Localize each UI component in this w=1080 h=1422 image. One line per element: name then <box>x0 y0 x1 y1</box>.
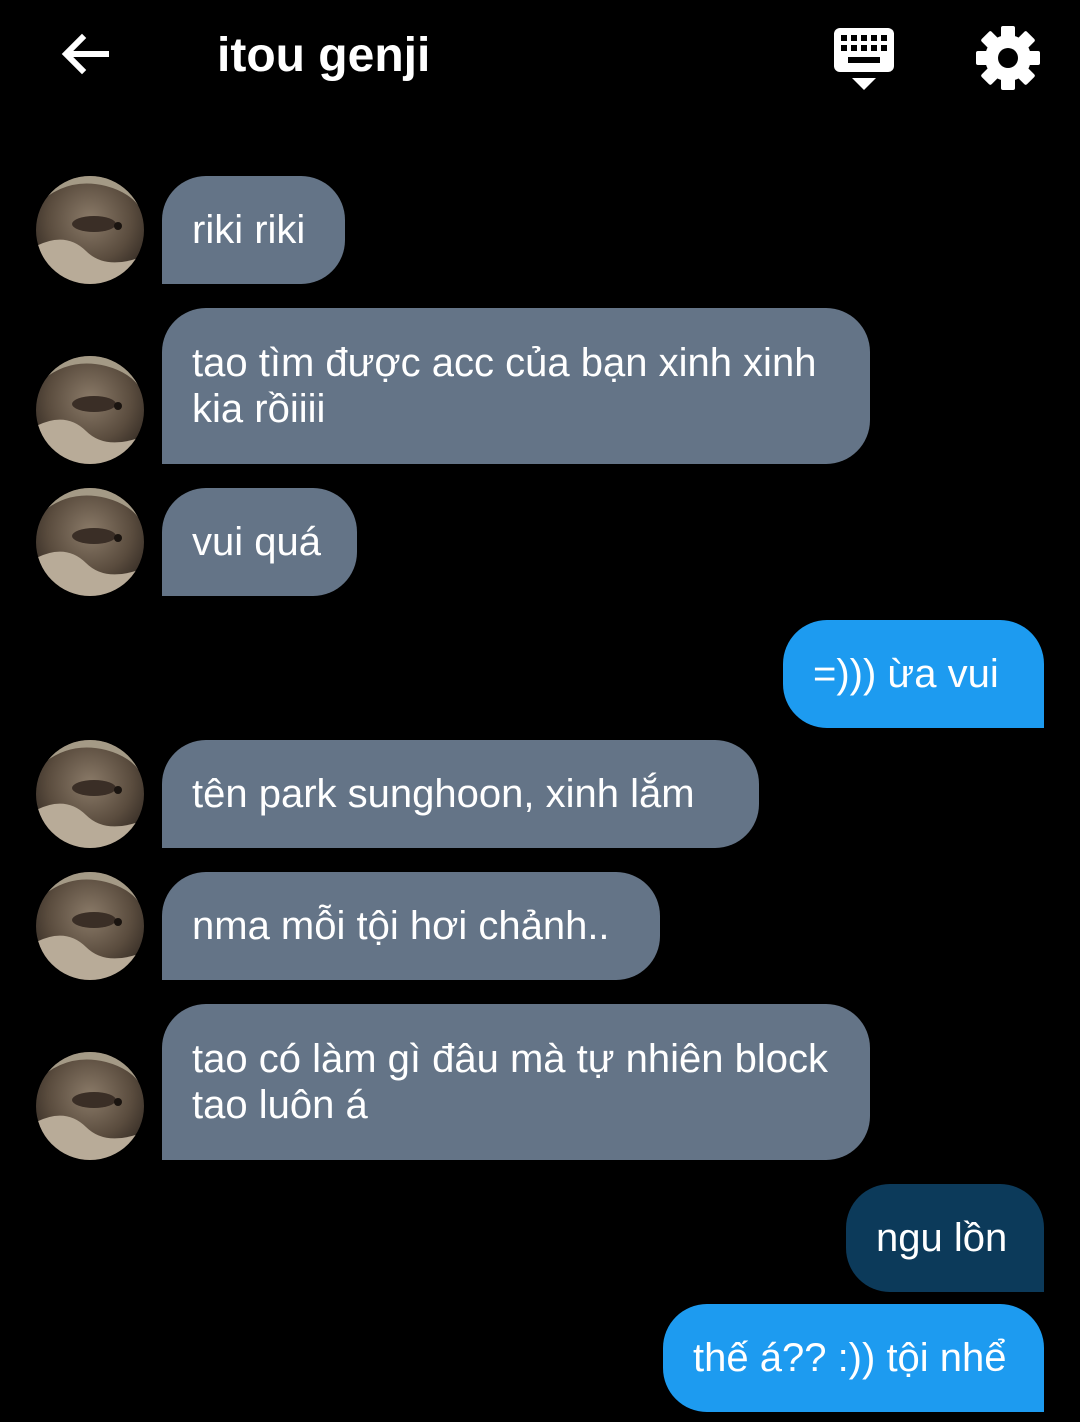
message-text: =))) ừa vui <box>813 652 999 696</box>
message-text: ngu lồn <box>876 1216 1008 1260</box>
avatar-photo <box>36 356 144 464</box>
message-bubble-received[interactable]: tao tìm được acc của bạn xinh xinh kia r… <box>162 308 870 464</box>
back-button[interactable] <box>52 22 116 86</box>
message-bubble-received[interactable]: vui quá <box>162 488 357 596</box>
avatar-photo <box>36 740 144 848</box>
message-text: nma mỗi tội hơi chảnh.. <box>192 904 610 948</box>
contact-avatar[interactable] <box>36 176 144 284</box>
arrow-left-icon <box>61 33 109 75</box>
message-bubble-sent[interactable]: =))) ừa vui <box>783 620 1044 728</box>
gear-icon <box>976 26 1040 90</box>
message-text: tên park sunghoon, xinh lắm <box>192 772 695 816</box>
message-bubble-received[interactable]: tên park sunghoon, xinh lắm <box>162 740 759 848</box>
keyboard-hide-icon <box>834 28 894 90</box>
message-bubble-received[interactable]: riki riki <box>162 176 345 284</box>
settings-button[interactable] <box>972 22 1044 94</box>
message-bubble-received[interactable]: tao có làm gì đâu mà tự nhiên block tao … <box>162 1004 870 1160</box>
message-text: tao tìm được acc của bạn xinh xinh kia r… <box>192 341 817 431</box>
message-text: thế á?? :)) tội nhể <box>693 1336 1007 1380</box>
contact-avatar[interactable] <box>36 740 144 848</box>
message-text: tao có làm gì đâu mà tự nhiên block tao … <box>192 1037 829 1127</box>
message-bubble-sent[interactable]: ngu lồn <box>846 1184 1044 1292</box>
message-text: vui quá <box>192 520 321 564</box>
contact-avatar[interactable] <box>36 1052 144 1160</box>
avatar-photo <box>36 1052 144 1160</box>
contact-avatar[interactable] <box>36 356 144 464</box>
avatar-photo <box>36 488 144 596</box>
message-text: riki riki <box>192 208 306 252</box>
contact-avatar[interactable] <box>36 872 144 980</box>
message-bubble-sent[interactable]: thế á?? :)) tội nhể <box>663 1304 1044 1412</box>
avatar-photo <box>36 872 144 980</box>
message-bubble-received[interactable]: nma mỗi tội hơi chảnh.. <box>162 872 660 980</box>
avatar-photo <box>36 176 144 284</box>
keyboard-toggle-button[interactable] <box>828 22 900 94</box>
contact-avatar[interactable] <box>36 488 144 596</box>
page-title: itou genji <box>217 29 431 82</box>
chat-header: itou genji <box>0 0 1080 115</box>
